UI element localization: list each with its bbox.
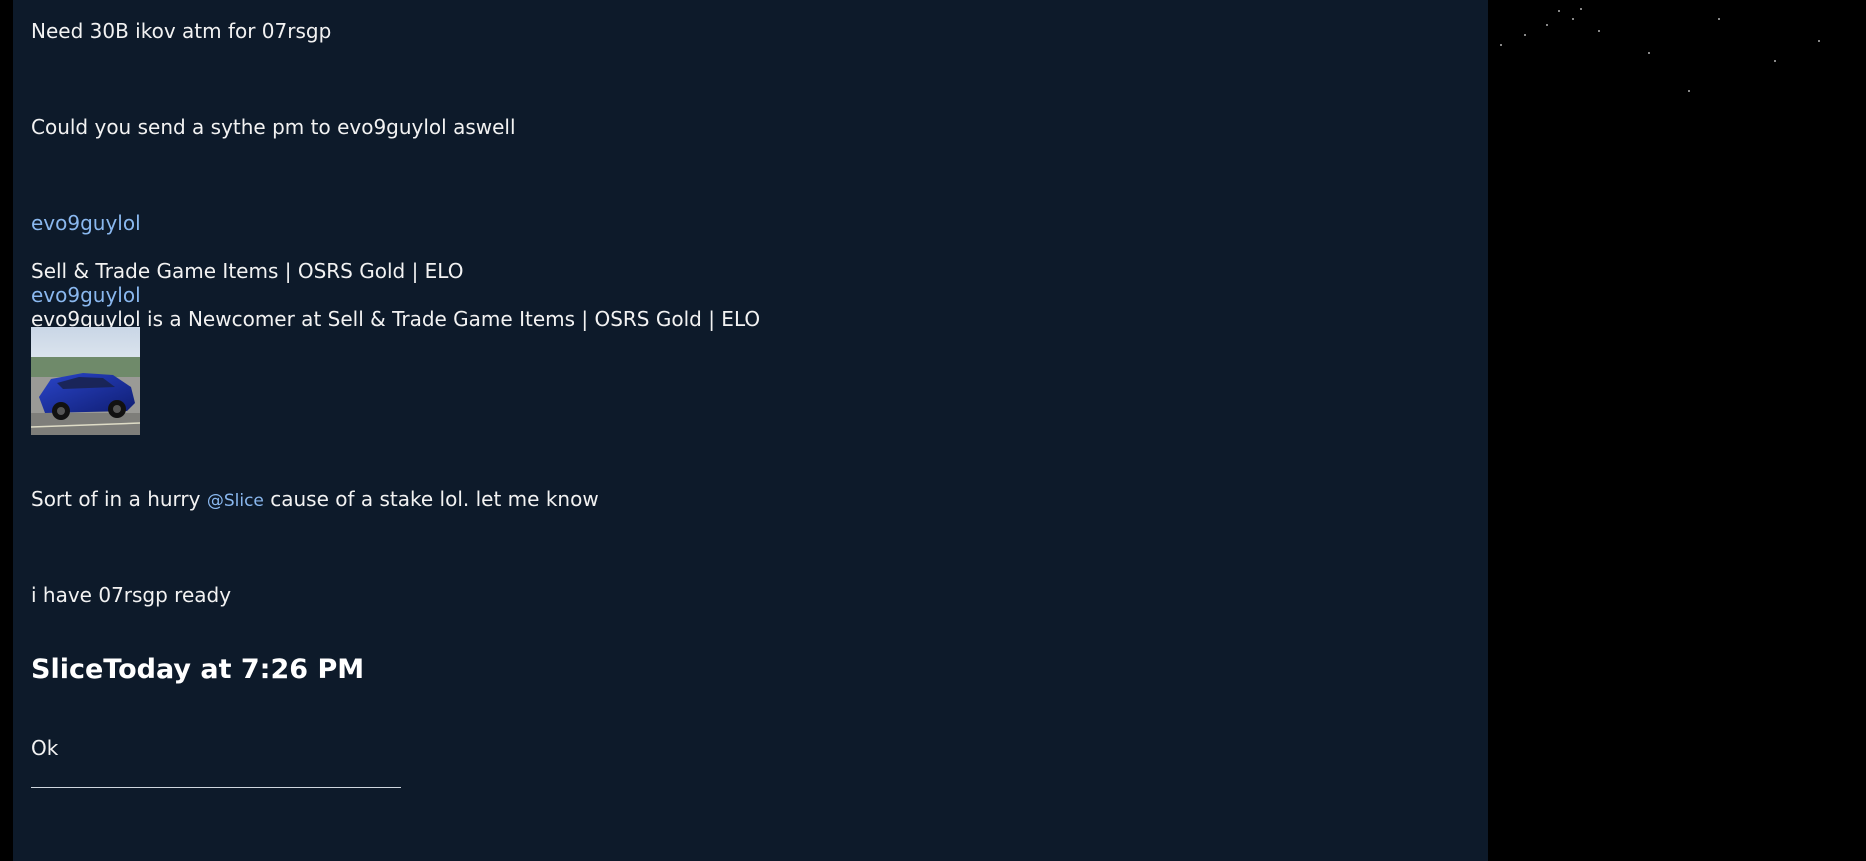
starfield-background [1488, 0, 1866, 861]
profile-forum-name: Sell & Trade Game Items | OSRS Gold | EL… [31, 259, 464, 283]
avatar-image [31, 327, 140, 435]
profile-rank-text: evo9guylol is a Newcomer at Sell & Trade… [31, 307, 761, 331]
message-1: Need 30B ikov atm for 07rsgp [31, 19, 332, 43]
reply-text-after: cause of a stake lol. let me know [263, 487, 599, 511]
reply-text-before: Sort of in a hurry [31, 487, 207, 511]
page: Need 30B ikov atm for 07rsgp Could you s… [0, 0, 1866, 861]
post-body: Ok [31, 736, 59, 760]
post-author-heading: SliceToday at 7:26 PM [31, 654, 365, 685]
reply-message: Sort of in a hurry @Slice cause of a sta… [31, 487, 599, 513]
message-2: Could you send a sythe pm to evo9guylol … [31, 115, 516, 139]
profile-username-link-2[interactable]: evo9guylol [31, 283, 141, 307]
mention-link[interactable]: @Slice [207, 491, 264, 511]
left-margin [0, 0, 13, 861]
profile-username-link[interactable]: evo9guylol [31, 211, 141, 235]
reply-message-2: i have 07rsgp ready [31, 583, 232, 607]
car-photo-avatar[interactable] [31, 327, 140, 435]
signature-divider [31, 787, 401, 788]
footer-logo-partial [665, 852, 825, 861]
forum-content-panel: Need 30B ikov atm for 07rsgp Could you s… [13, 0, 1488, 861]
